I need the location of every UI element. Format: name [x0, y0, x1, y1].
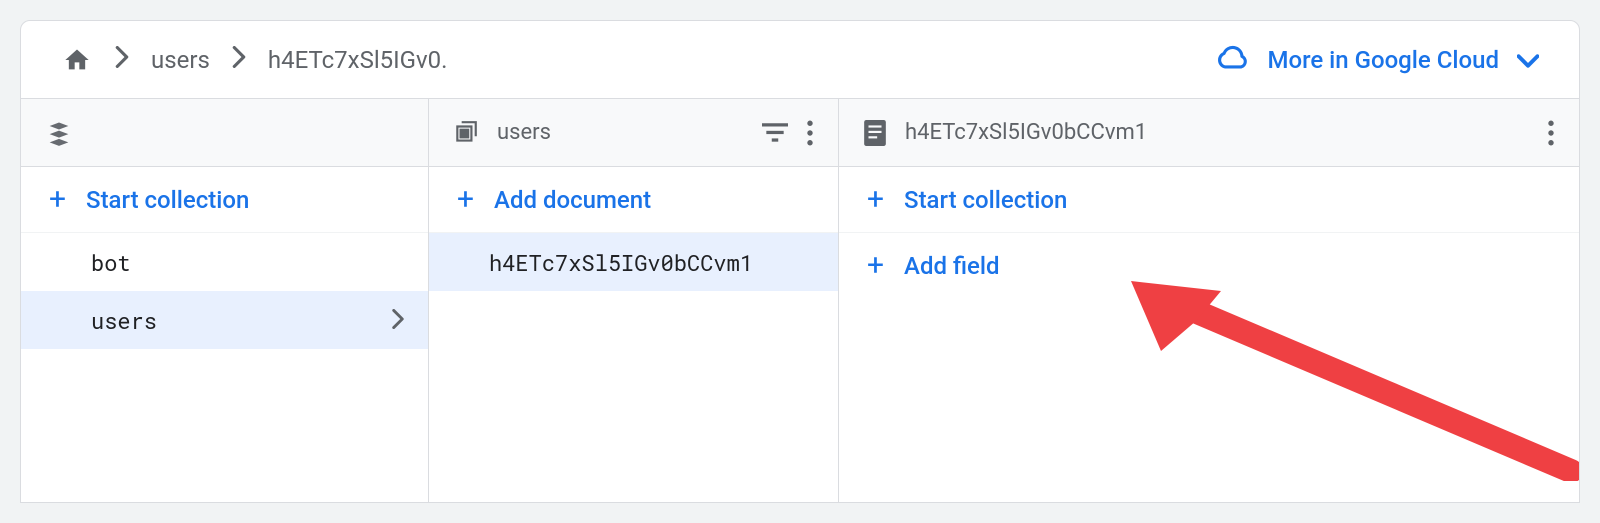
- column-collection: users + Add document h4ETc7xSl5IGv0bCCvm…: [429, 99, 839, 502]
- document-header-title: h4ETc7xSl5IGv0bCCvm1: [905, 120, 1529, 145]
- plus-icon: +: [457, 185, 474, 215]
- collection-label: users: [91, 306, 157, 335]
- firestore-panel: users h4ETc7xSl5IGv0. More in Google Clo…: [20, 20, 1580, 503]
- breadcrumb-item-doc[interactable]: h4ETc7xSl5IGv0.: [268, 46, 448, 74]
- add-field-button[interactable]: + Add field: [839, 233, 1579, 299]
- action-label: Add document: [494, 186, 651, 214]
- collection-item-users[interactable]: users: [21, 291, 428, 349]
- add-document-button[interactable]: + Add document: [429, 167, 838, 233]
- column-root: + Start collection bot users: [21, 99, 429, 502]
- breadcrumb: users h4ETc7xSl5IGv0.: [61, 46, 447, 74]
- action-label: Start collection: [904, 186, 1067, 214]
- chevron-down-icon: [1517, 46, 1539, 74]
- column-collection-header: users: [429, 99, 838, 167]
- column-document-header: h4ETc7xSl5IGv0bCCvm1: [839, 99, 1579, 167]
- action-label: Start collection: [86, 186, 249, 214]
- more-vert-icon[interactable]: [806, 120, 814, 146]
- plus-icon: +: [49, 185, 66, 215]
- more-cloud-label: More in Google Cloud: [1267, 46, 1499, 74]
- document-label: h4ETc7xSl5IGv0bCCvm1: [489, 248, 753, 277]
- chevron-right-icon: [392, 306, 404, 335]
- top-bar: users h4ETc7xSl5IGv0. More in Google Clo…: [21, 21, 1579, 99]
- start-collection-button[interactable]: + Start collection: [21, 167, 428, 233]
- database-root-icon: [45, 119, 73, 147]
- plus-icon: +: [867, 185, 884, 215]
- collection-label: bot: [91, 248, 131, 277]
- document-item[interactable]: h4ETc7xSl5IGv0bCCvm1: [429, 233, 838, 291]
- column-root-header: [21, 99, 428, 167]
- more-in-google-cloud-button[interactable]: More in Google Cloud: [1215, 44, 1539, 76]
- columns: + Start collection bot users users: [21, 99, 1579, 502]
- start-collection-button-doc[interactable]: + Start collection: [839, 167, 1579, 233]
- more-vert-icon[interactable]: [1547, 120, 1555, 146]
- chevron-right-icon: [232, 46, 246, 74]
- collection-item-bot[interactable]: bot: [21, 233, 428, 291]
- action-label: Add field: [904, 252, 999, 280]
- filter-icon[interactable]: [762, 123, 788, 143]
- home-icon[interactable]: [61, 46, 93, 74]
- breadcrumb-item-users[interactable]: users: [151, 46, 210, 74]
- column-document: h4ETc7xSl5IGv0bCCvm1 + Start collection …: [839, 99, 1579, 502]
- plus-icon: +: [867, 251, 884, 281]
- document-icon: [863, 120, 887, 146]
- collection-icon: [453, 120, 479, 146]
- cloud-icon: [1215, 44, 1249, 76]
- collection-header-title: users: [497, 120, 744, 145]
- chevron-right-icon: [115, 46, 129, 74]
